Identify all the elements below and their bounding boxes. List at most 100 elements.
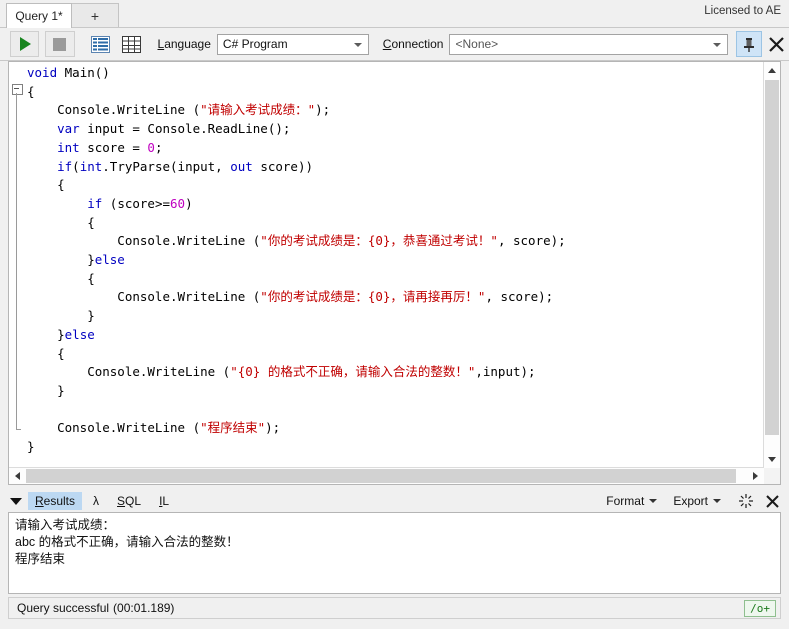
editor-gutter [9,62,27,484]
format-menu-label: Format [606,494,645,508]
results-view-button[interactable] [89,32,112,56]
chevron-down-icon [713,499,721,503]
stop-button[interactable] [45,31,75,57]
scroll-right-button[interactable] [747,468,764,484]
code-token: if [57,158,73,174]
code-token: } [27,326,65,342]
code-token: { [27,270,95,286]
editor-horizontal-scrollbar[interactable] [9,467,764,484]
code-token: "你的考试成绩是：{0}，恭喜通过考试！" [260,233,498,249]
code-token: "你的考试成绩是：{0}，请再接再厉！" [260,289,486,305]
code-token: , score); [497,233,566,249]
results-collapse-button[interactable] [8,493,24,509]
output-line: abc 的格式不正确，请输入合法的整数！ [15,535,239,549]
code-token: else [94,252,125,268]
tab-results-underline: R [35,494,44,508]
code-token: int [57,139,80,155]
tab-sql-label: QL [125,494,142,508]
vertical-scroll-thumb[interactable] [765,80,779,435]
code-token: { [27,83,35,99]
code-line: Console.WriteLine ("{0} 的格式不正确，请输入合法的整数！… [27,363,566,382]
code-token: Console.WriteLine ( [27,364,231,380]
code-line: { [27,214,566,233]
chevron-down-icon [649,499,658,503]
scroll-up-button[interactable] [764,62,780,79]
code-token: { [27,345,65,361]
code-line: } [27,307,566,326]
status-badge: /o+ [744,599,776,617]
code-token: .TryParse(input, [102,158,231,174]
code-token: } [27,439,35,455]
code-token: "{0} 的格式不正确，请输入合法的整数！" [230,364,476,380]
code-line: Console.WriteLine ("你的考试成绩是：{0}，恭喜通过考试！"… [27,232,566,251]
tab-results[interactable]: Results [28,492,83,510]
code-line: { [27,270,566,289]
tab-il[interactable]: IL [152,492,176,510]
code-line: } [27,382,566,401]
code-token: ); [315,102,331,118]
close-panel-button[interactable] [764,31,789,57]
output-line: 请输入考试成绩： [15,518,116,532]
stop-icon [53,37,67,51]
pin-button[interactable] [736,31,762,57]
table-view-button[interactable] [120,32,143,56]
output-line: 程序结束 [15,552,66,566]
tab-new-query-label: + [90,8,100,24]
code-token: (score>= [102,195,171,211]
tab-query-1[interactable]: Query 1* [6,3,72,28]
close-results-button[interactable] [763,492,781,510]
connection-label: Connection [383,37,444,51]
connection-value: <None> [455,37,499,51]
code-editor[interactable]: void Main(){ Console.WriteLine ("请输入考试成绩… [8,61,781,485]
pin-icon [742,37,756,52]
code-token: 0 [147,139,155,155]
tab-lambda[interactable]: λ [86,492,106,510]
code-token: ,input); [475,364,536,380]
code-token: var [57,121,80,137]
results-output[interactable]: 请输入考试成绩： abc 的格式不正确，请输入合法的整数！ 程序结束 [8,512,781,594]
export-menu-label: Export [673,494,708,508]
export-menu[interactable]: Export [673,494,721,508]
run-button[interactable] [10,31,40,57]
code-line: var input = Console.ReadLine(); [27,120,566,139]
code-line: Console.WriteLine ("程序结束"); [27,419,566,438]
language-value: C# Program [222,37,288,51]
clear-results-button[interactable] [737,492,755,510]
fold-collapse-icon[interactable] [12,84,23,95]
linqpad-window: Query 1* + Licensed to AE Language C# Pr… [0,0,789,629]
code-token: ( [72,158,80,174]
code-token: out [230,158,253,174]
scrollbar-corner [764,468,780,484]
tab-new-query[interactable]: + [71,3,119,28]
format-menu[interactable]: Format [606,494,658,508]
scroll-down-button[interactable] [764,451,780,468]
code-line: { [27,345,566,364]
tab-results-label: esults [43,494,76,508]
scroll-left-button[interactable] [9,468,26,484]
language-label-rest: anguage [164,37,211,51]
code-token: } [27,382,65,398]
code-token: { [27,177,65,193]
tab-sql-underline: S [117,494,126,508]
results-list-icon [90,35,110,53]
status-bar: Query successful (00:01.189) /o+ [8,597,781,619]
code-token: { [27,214,95,230]
code-line: { [27,176,566,195]
code-token: score)) [252,158,314,174]
code-text[interactable]: void Main(){ Console.WriteLine ("请输入考试成绩… [27,64,566,457]
license-text: Licensed to AE [704,5,781,17]
code-line: if(int.TryParse(input, out score)) [27,158,566,177]
chevron-left-icon [15,472,20,480]
tab-sql[interactable]: S QL [110,492,148,510]
connection-select[interactable]: <None> [449,33,729,55]
horizontal-scroll-thumb[interactable] [26,469,736,483]
code-line: void Main() [27,64,566,83]
table-grid-icon [122,35,142,53]
code-line: if (score>=60) [27,195,566,214]
editor-vertical-scrollbar[interactable] [763,62,780,468]
chevron-right-icon [753,472,758,480]
language-select[interactable]: C# Program [216,33,369,55]
